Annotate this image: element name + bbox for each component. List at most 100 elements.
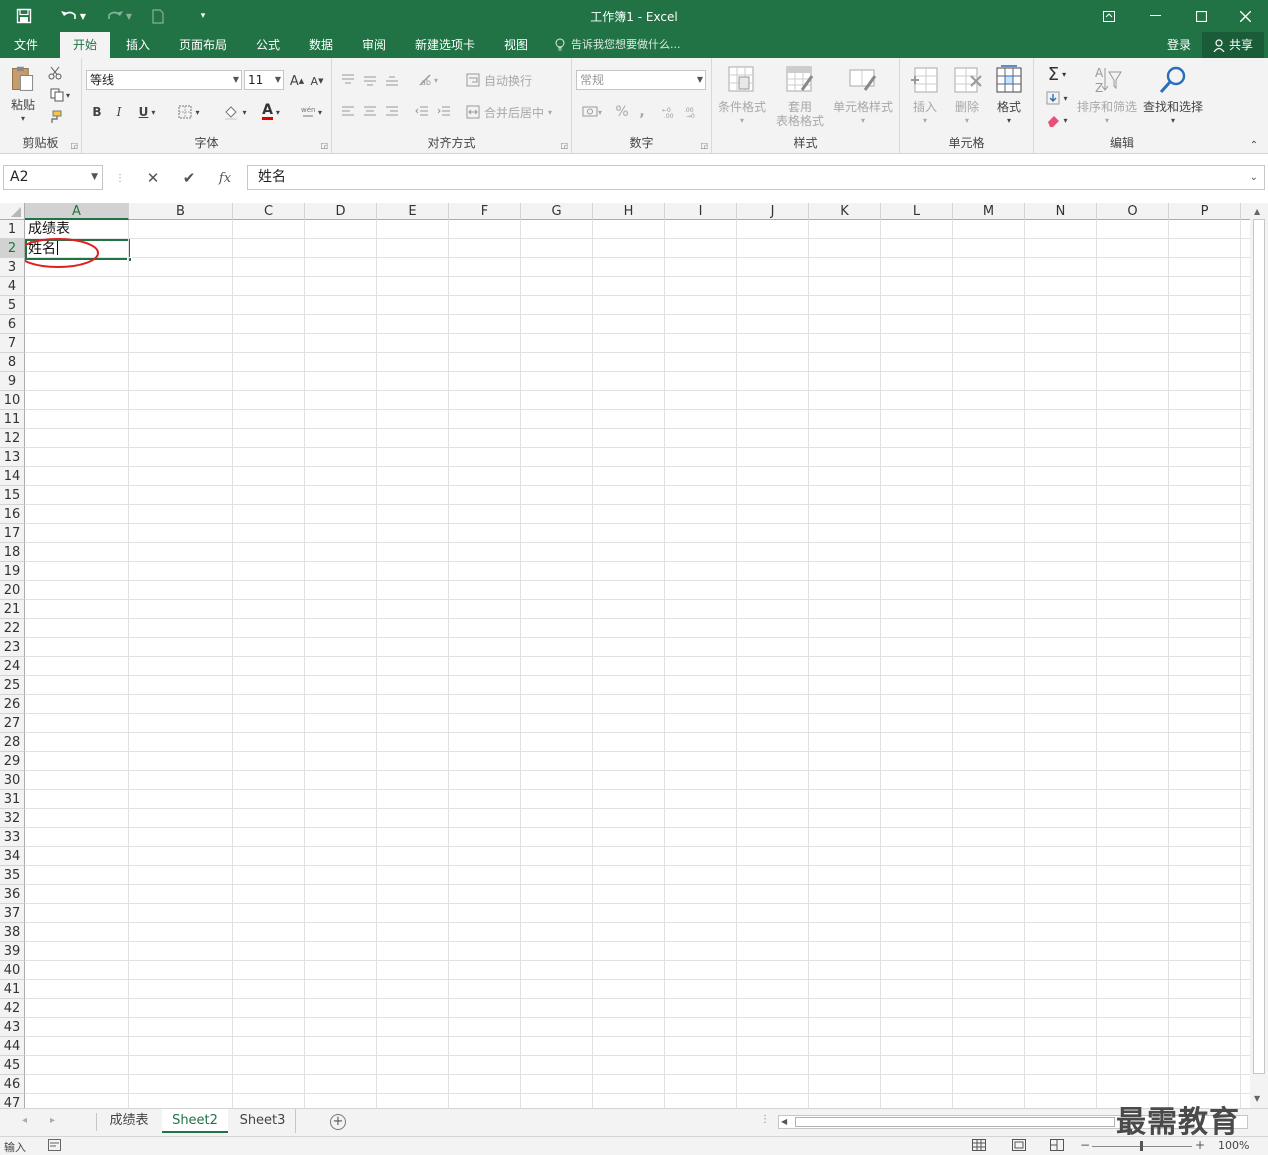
row-header-47[interactable]: 47 [0,1094,25,1109]
row-header-27[interactable]: 27 [0,714,25,733]
row-header-37[interactable]: 37 [0,904,25,923]
align-left-icon[interactable] [338,102,358,122]
row-header-22[interactable]: 22 [0,619,25,638]
row-header-16[interactable]: 16 [0,505,25,524]
row-header-45[interactable]: 45 [0,1056,25,1075]
cancel-entry-button[interactable]: ✕ [141,168,165,188]
row-header-6[interactable]: 6 [0,315,25,334]
increase-indent-icon[interactable] [434,102,454,122]
format-as-table-button[interactable]: 套用 表格格式 [770,64,830,128]
orientation-icon[interactable]: ab ▾ [412,70,444,90]
formula-input[interactable]: 姓名 ⌄ [247,165,1265,190]
cut-icon[interactable] [44,64,66,82]
name-box[interactable]: A2 ▼ [3,165,103,190]
row-header-23[interactable]: 23 [0,638,25,657]
minimize-button[interactable] [1132,0,1178,32]
close-button[interactable] [1222,0,1268,32]
row-header-18[interactable]: 18 [0,543,25,562]
fill-button[interactable]: ▾ [1040,88,1074,108]
tab-page-layout[interactable]: 页面布局 [172,32,234,58]
column-header-h[interactable]: H [593,203,665,220]
number-format-select[interactable]: 常规 ▼ [576,70,706,90]
undo-icon[interactable]: ▼ [54,0,92,32]
row-header-2[interactable]: 2 [0,239,25,258]
row-header-15[interactable]: 15 [0,486,25,505]
row-header-10[interactable]: 10 [0,391,25,410]
scroll-down-icon[interactable]: ▼ [1254,1094,1260,1103]
dialog-launcher-icon[interactable]: ◲ [700,141,708,150]
row-header-33[interactable]: 33 [0,828,25,847]
row-header-7[interactable]: 7 [0,334,25,353]
format-painter-icon[interactable] [44,108,66,126]
sign-in-link[interactable]: 登录 [1160,32,1198,58]
decrease-indent-icon[interactable] [412,102,432,122]
customize-qat-icon[interactable]: ▾ [193,0,213,32]
insert-function-button[interactable]: fx [213,168,237,188]
autosum-button[interactable]: Σ ▾ [1040,64,1074,85]
decrease-decimal-icon[interactable]: .00 →0 [682,102,702,122]
align-center-icon[interactable] [360,102,380,122]
increase-decimal-icon[interactable]: ←0.00 [660,102,680,122]
expand-formula-bar-icon[interactable]: ⌄ [1250,166,1258,189]
scroll-left-icon[interactable]: ◀ [781,1116,787,1128]
column-header-m[interactable]: M [953,203,1025,220]
ribbon-display-options-icon[interactable] [1086,0,1132,32]
tab-home[interactable]: 开始 [60,32,110,58]
row-header-8[interactable]: 8 [0,353,25,372]
grow-font-button[interactable]: A ▲ [288,72,306,90]
prev-sheet-icon[interactable]: ◂ [22,1115,27,1126]
sheet-tab-sheet3[interactable]: Sheet3 [230,1109,296,1133]
row-header-17[interactable]: 17 [0,524,25,543]
bottom-align-icon[interactable] [382,70,402,90]
select-all-corner[interactable] [0,203,25,220]
comma-style-button[interactable]: , [634,102,650,122]
normal-view-icon[interactable] [972,1139,986,1154]
worksheet-grid[interactable]: ABCDEFGHIJKLMNOP 成绩表 姓名 1 2 3 4 5 6 7 8 9 10 11 12 1… [0,203,1250,1109]
row-header-26[interactable]: 26 [0,695,25,714]
scroll-thumb[interactable] [1253,219,1265,1074]
column-header-f[interactable]: F [449,203,521,220]
sheet-tab-chengjibiao[interactable]: 成绩表 [98,1109,160,1133]
horizontal-scroll-thumb[interactable] [795,1117,1115,1127]
row-header-35[interactable]: 35 [0,866,25,885]
row-header-29[interactable]: 29 [0,752,25,771]
tab-insert[interactable]: 插入 [116,32,160,58]
row-header-36[interactable]: 36 [0,885,25,904]
row-header-14[interactable]: 14 [0,467,25,486]
save-icon[interactable] [8,0,40,32]
font-name-select[interactable]: 等线 ▼ [86,70,242,90]
zoom-out-icon[interactable]: − [1080,1138,1090,1152]
dialog-launcher-icon[interactable]: ◲ [560,141,568,150]
tab-split-grip-icon[interactable]: ⋮ [760,1114,770,1125]
tab-file[interactable]: 文件 [4,32,48,58]
row-header-39[interactable]: 39 [0,942,25,961]
column-header-p[interactable]: P [1169,203,1241,220]
middle-align-icon[interactable] [360,70,380,90]
find-select-button[interactable]: 查找和选择 ▾ [1140,64,1206,128]
zoom-slider-thumb[interactable] [1140,1141,1143,1151]
row-header-31[interactable]: 31 [0,790,25,809]
bold-button[interactable]: B [88,102,106,122]
row-header-30[interactable]: 30 [0,771,25,790]
new-document-icon[interactable] [146,0,170,32]
page-break-view-icon[interactable] [1050,1139,1064,1154]
row-header-20[interactable]: 20 [0,581,25,600]
row-header-32[interactable]: 32 [0,809,25,828]
paste-button[interactable]: 粘贴 ▾ [6,64,40,126]
wrap-text-button[interactable]: 自动换行 [466,70,566,90]
sort-filter-button[interactable]: AZ 排序和筛选 ▾ [1074,64,1140,128]
row-header-4[interactable]: 4 [0,277,25,296]
insert-cells-button[interactable]: 插入 ▾ [904,64,946,128]
row-header-40[interactable]: 40 [0,961,25,980]
accounting-format-icon[interactable]: ▾ [576,102,608,122]
row-header-25[interactable]: 25 [0,676,25,695]
clear-button[interactable]: ▾ [1040,110,1074,130]
percent-style-button[interactable]: % [612,102,632,122]
row-header-19[interactable]: 19 [0,562,25,581]
tab-review[interactable]: 审阅 [352,32,396,58]
column-header-d[interactable]: D [305,203,377,220]
format-cells-button[interactable]: 格式 ▾ [988,64,1030,128]
row-header-42[interactable]: 42 [0,999,25,1018]
tab-view[interactable]: 视图 [494,32,538,58]
row-header-11[interactable]: 11 [0,410,25,429]
